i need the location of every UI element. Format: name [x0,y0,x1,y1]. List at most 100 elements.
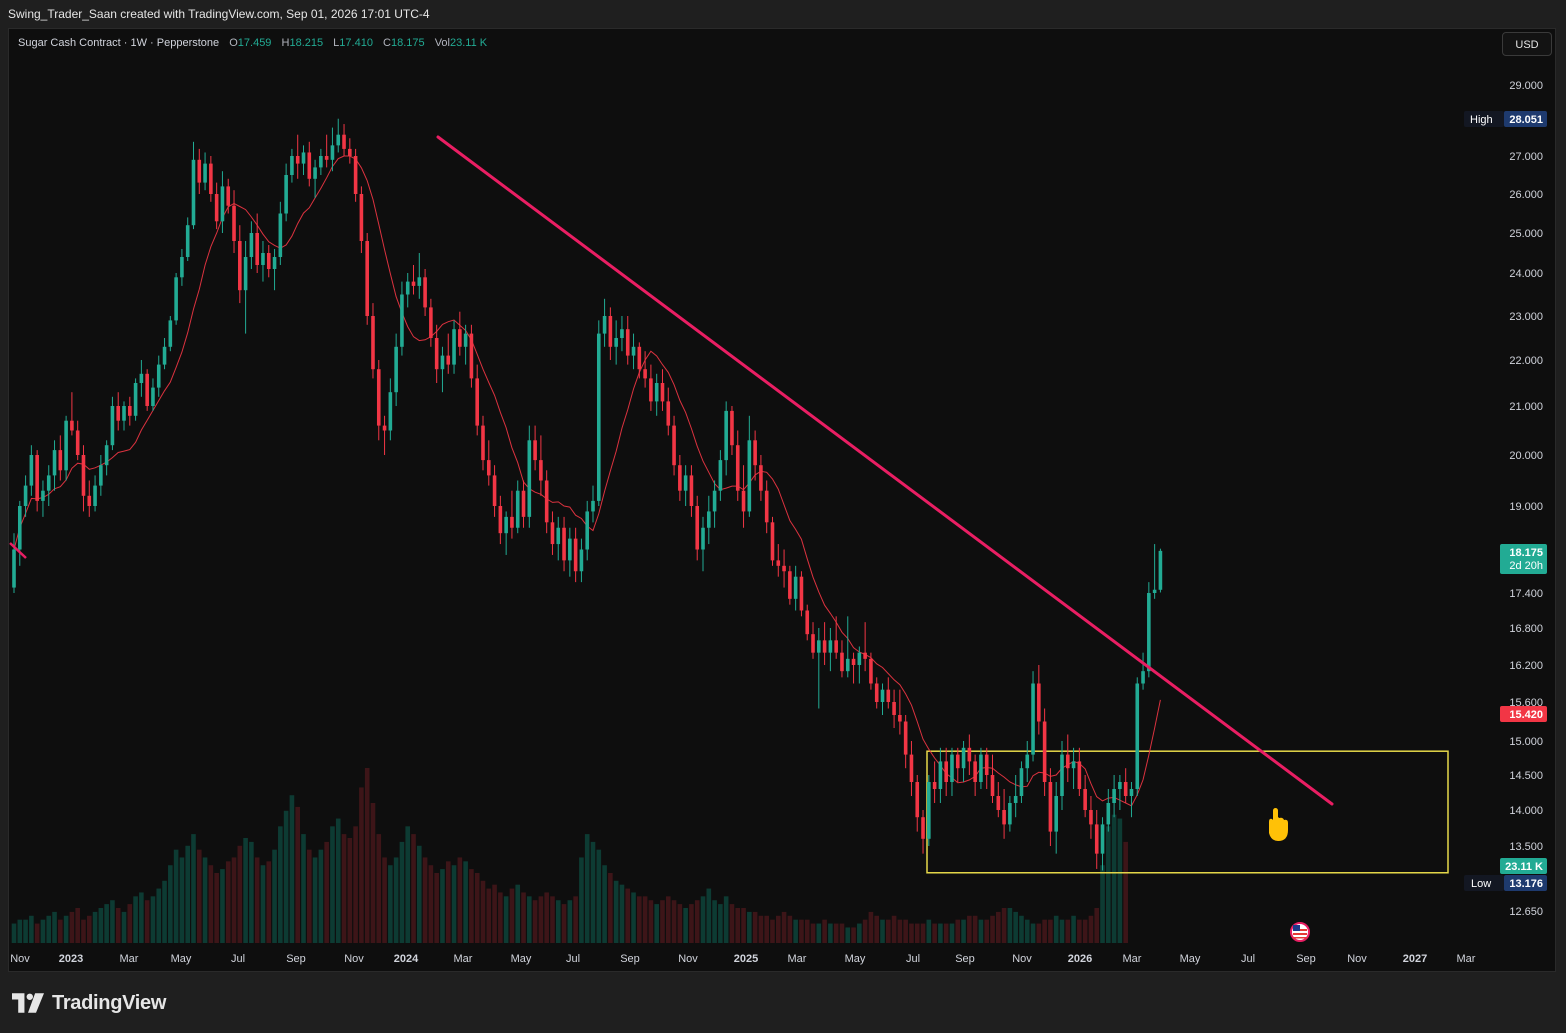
candle-body [979,754,983,782]
currency-button[interactable]: USD [1502,32,1552,56]
volume-bar [828,923,833,943]
time-axis[interactable]: Nov 2023 Mar May Jul Sep Nov 2024 Mar May Jul Sep No… [10,953,1476,965]
volume-bar [1059,919,1065,943]
candle-body [46,475,51,491]
volume-bar [46,915,52,943]
candle-body [649,378,653,402]
volume-bar [492,884,497,943]
volume-bar [1030,923,1036,943]
candle-body [915,782,920,818]
price-axis[interactable]: 29.000 27.000 26.000 25.000 24.000 23.000 22.0… [1509,80,1543,918]
volume-bar [214,873,219,943]
candle-body [168,320,173,347]
brand[interactable]: TradingView [12,990,166,1016]
candle-body [967,747,972,762]
candle-body [365,241,369,316]
volume-bar [1065,919,1071,943]
candle-body [932,782,937,789]
candle-body [845,658,850,672]
close-value: 18.175 [390,37,425,49]
volume-bar [434,873,439,943]
candlestick-chart[interactable]: 29.000 27.000 26.000 25.000 24.000 23.000 22.0… [0,0,1566,1033]
candle-body [255,233,259,265]
candle-body [1048,782,1053,832]
candle-body [544,480,549,523]
volume-bar [706,888,712,943]
candle-body [214,194,219,222]
candle-body [359,194,364,241]
candle-body [527,440,532,517]
volume-bar [758,915,764,943]
ma-value-label: 15.420 [1509,709,1543,721]
candle-body [272,257,277,269]
candle-body [637,346,642,370]
chart-icons [1269,808,1310,942]
price-tick-label: 15.000 [1509,736,1543,748]
volume-bar [967,915,972,943]
volume-bar [388,865,393,943]
candle-body [104,445,109,466]
time-tick-label: May [1180,953,1201,965]
time-tick-label: 2025 [734,953,758,965]
volume-bar [984,919,990,943]
price-tick-label: 19.000 [1509,501,1543,513]
volume-bar [411,834,416,943]
candle-body [52,450,57,476]
volume-bar [196,849,202,943]
price-tick-label: 14.000 [1509,805,1543,817]
volume-bar [862,919,868,943]
volume-bar [156,888,162,943]
candle-body [591,500,595,512]
candle-body [226,186,231,206]
candle-body [220,186,225,222]
candle-body [17,506,22,550]
candle-body [87,495,92,506]
price-tick-label: 17.400 [1509,588,1543,600]
candle-body [23,485,28,506]
volume-bar [393,857,399,943]
volume-bar [11,923,17,943]
volume-bar [573,896,578,943]
candle-body [249,233,254,257]
volume-bar [191,834,196,943]
candle-body [238,241,242,291]
volume-bar [480,880,486,943]
candle-body [81,455,86,496]
tradingview-logo-icon [12,993,44,1013]
candle-body [1042,721,1047,782]
volume-bar [602,865,607,943]
volume-bar [1024,919,1030,943]
candle-body [313,167,317,179]
candle-body [342,134,346,149]
volume-bar [1106,826,1111,943]
price-tick-label: 16.800 [1509,623,1543,635]
time-tick-label: Sep [1296,953,1316,965]
high-value-label: 28.051 [1509,114,1543,126]
volume-histogram [11,768,1128,943]
candle-body [469,333,474,379]
candle-body [1037,683,1041,722]
volume-bar [839,923,845,943]
candle-body [747,440,752,512]
flag-canton [1293,925,1300,931]
candle-body [180,257,184,278]
volume-bar [590,841,596,943]
candle-body [921,817,925,839]
candle-body [64,420,68,471]
candle-body [266,253,271,269]
volume-bar [608,873,613,943]
volume-bar [747,911,752,943]
volume-bar [81,919,86,943]
volume-bar [909,923,914,943]
volume-bar [996,911,1001,943]
candle-body [701,527,705,550]
volume-bar [1042,919,1047,943]
candle-body [278,213,283,257]
volume-bar [619,884,625,943]
trendline[interactable] [9,135,1334,806]
candle-body [1089,810,1093,825]
volume-bar [17,919,23,943]
candle-body [990,775,995,796]
volume-bar [1123,841,1128,943]
volume-bar [799,919,804,943]
